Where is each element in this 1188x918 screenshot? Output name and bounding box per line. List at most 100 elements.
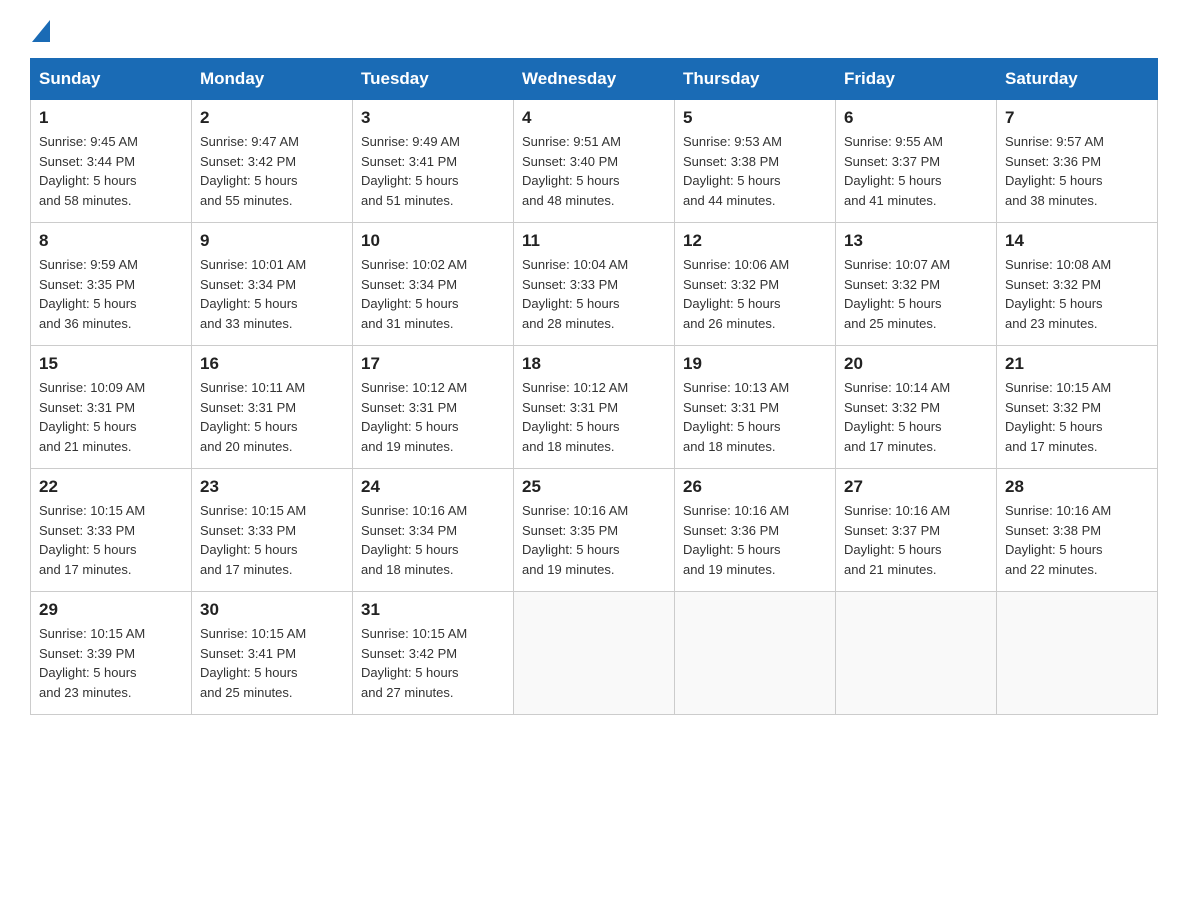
calendar-cell: 23 Sunrise: 10:15 AMSunset: 3:33 PMDaylig… xyxy=(192,469,353,592)
calendar-cell xyxy=(514,592,675,715)
header-row: SundayMondayTuesdayWednesdayThursdayFrid… xyxy=(31,59,1158,100)
day-number: 6 xyxy=(844,108,988,128)
logo xyxy=(30,20,50,42)
week-row-1: 1Sunrise: 9:45 AMSunset: 3:44 PMDaylight… xyxy=(31,100,1158,223)
calendar-cell xyxy=(836,592,997,715)
calendar-cell: 8Sunrise: 9:59 AMSunset: 3:35 PMDaylight… xyxy=(31,223,192,346)
day-number: 19 xyxy=(683,354,827,374)
day-info: Sunrise: 10:04 AMSunset: 3:33 PMDaylight… xyxy=(522,255,666,333)
day-number: 15 xyxy=(39,354,183,374)
day-info: Sunrise: 10:16 AMSunset: 3:38 PMDaylight… xyxy=(1005,501,1149,579)
day-info: Sunrise: 9:59 AMSunset: 3:35 PMDaylight:… xyxy=(39,255,183,333)
day-number: 2 xyxy=(200,108,344,128)
day-info: Sunrise: 9:45 AMSunset: 3:44 PMDaylight:… xyxy=(39,132,183,210)
calendar-cell: 16 Sunrise: 10:11 AMSunset: 3:31 PMDaylig… xyxy=(192,346,353,469)
week-row-3: 15 Sunrise: 10:09 AMSunset: 3:31 PMDaylig… xyxy=(31,346,1158,469)
calendar-cell: 5Sunrise: 9:53 AMSunset: 3:38 PMDaylight… xyxy=(675,100,836,223)
day-info: Sunrise: 9:55 AMSunset: 3:37 PMDaylight:… xyxy=(844,132,988,210)
calendar-cell: 24 Sunrise: 10:16 AMSunset: 3:34 PMDaylig… xyxy=(353,469,514,592)
calendar-cell: 21 Sunrise: 10:15 AMSunset: 3:32 PMDaylig… xyxy=(997,346,1158,469)
calendar-cell: 9Sunrise: 10:01 AMSunset: 3:34 PMDayligh… xyxy=(192,223,353,346)
calendar-cell xyxy=(675,592,836,715)
week-row-2: 8Sunrise: 9:59 AMSunset: 3:35 PMDaylight… xyxy=(31,223,1158,346)
day-number: 30 xyxy=(200,600,344,620)
calendar-cell: 15 Sunrise: 10:09 AMSunset: 3:31 PMDaylig… xyxy=(31,346,192,469)
calendar-cell: 4Sunrise: 9:51 AMSunset: 3:40 PMDaylight… xyxy=(514,100,675,223)
column-header-friday: Friday xyxy=(836,59,997,100)
day-number: 10 xyxy=(361,231,505,251)
day-info: Sunrise: 9:57 AMSunset: 3:36 PMDaylight:… xyxy=(1005,132,1149,210)
calendar-cell: 26Sunrise: 10:16 AMSunset: 3:36 PMDaylig… xyxy=(675,469,836,592)
calendar-cell: 10 Sunrise: 10:02 AMSunset: 3:34 PMDaylig… xyxy=(353,223,514,346)
calendar-cell: 27 Sunrise: 10:16 AMSunset: 3:37 PMDaylig… xyxy=(836,469,997,592)
day-number: 25 xyxy=(522,477,666,497)
logo-triangle-icon xyxy=(32,20,50,42)
day-number: 18 xyxy=(522,354,666,374)
column-header-monday: Monday xyxy=(192,59,353,100)
calendar-cell: 25 Sunrise: 10:16 AMSunset: 3:35 PMDaylig… xyxy=(514,469,675,592)
day-info: Sunrise: 10:12 AMSunset: 3:31 PMDaylight… xyxy=(361,378,505,456)
calendar-cell: 30 Sunrise: 10:15 AMSunset: 3:41 PMDaylig… xyxy=(192,592,353,715)
day-number: 17 xyxy=(361,354,505,374)
day-number: 28 xyxy=(1005,477,1149,497)
day-number: 20 xyxy=(844,354,988,374)
calendar-cell: 1Sunrise: 9:45 AMSunset: 3:44 PMDaylight… xyxy=(31,100,192,223)
day-info: Sunrise: 10:13 AMSunset: 3:31 PMDaylight… xyxy=(683,378,827,456)
calendar-cell: 11Sunrise: 10:04 AMSunset: 3:33 PMDaylig… xyxy=(514,223,675,346)
day-number: 27 xyxy=(844,477,988,497)
calendar-cell: 7 Sunrise: 9:57 AMSunset: 3:36 PMDaylight… xyxy=(997,100,1158,223)
calendar-cell: 19 Sunrise: 10:13 AMSunset: 3:31 PMDaylig… xyxy=(675,346,836,469)
day-number: 22 xyxy=(39,477,183,497)
day-number: 16 xyxy=(200,354,344,374)
column-header-thursday: Thursday xyxy=(675,59,836,100)
day-info: Sunrise: 10:09 AMSunset: 3:31 PMDaylight… xyxy=(39,378,183,456)
day-info: Sunrise: 10:11 AMSunset: 3:31 PMDaylight… xyxy=(200,378,344,456)
day-info: Sunrise: 10:15 AMSunset: 3:32 PMDaylight… xyxy=(1005,378,1149,456)
day-number: 29 xyxy=(39,600,183,620)
day-info: Sunrise: 10:15 AMSunset: 3:41 PMDaylight… xyxy=(200,624,344,702)
day-info: Sunrise: 10:15 AMSunset: 3:42 PMDaylight… xyxy=(361,624,505,702)
day-number: 24 xyxy=(361,477,505,497)
day-info: Sunrise: 10:15 AMSunset: 3:39 PMDaylight… xyxy=(39,624,183,702)
calendar-cell: 13Sunrise: 10:07 AMSunset: 3:32 PMDaylig… xyxy=(836,223,997,346)
day-info: Sunrise: 9:49 AMSunset: 3:41 PMDaylight:… xyxy=(361,132,505,210)
week-row-4: 22 Sunrise: 10:15 AMSunset: 3:33 PMDaylig… xyxy=(31,469,1158,592)
day-info: Sunrise: 10:16 AMSunset: 3:34 PMDaylight… xyxy=(361,501,505,579)
column-header-sunday: Sunday xyxy=(31,59,192,100)
calendar-cell: 31 Sunrise: 10:15 AMSunset: 3:42 PMDaylig… xyxy=(353,592,514,715)
day-number: 23 xyxy=(200,477,344,497)
page-header xyxy=(30,20,1158,42)
day-number: 14 xyxy=(1005,231,1149,251)
calendar-cell: 12Sunrise: 10:06 AMSunset: 3:32 PMDaylig… xyxy=(675,223,836,346)
column-header-wednesday: Wednesday xyxy=(514,59,675,100)
calendar-cell: 2 Sunrise: 9:47 AMSunset: 3:42 PMDaylight… xyxy=(192,100,353,223)
day-info: Sunrise: 9:51 AMSunset: 3:40 PMDaylight:… xyxy=(522,132,666,210)
day-number: 26 xyxy=(683,477,827,497)
calendar-cell: 3 Sunrise: 9:49 AMSunset: 3:41 PMDaylight… xyxy=(353,100,514,223)
day-info: Sunrise: 10:06 AMSunset: 3:32 PMDaylight… xyxy=(683,255,827,333)
day-info: Sunrise: 10:08 AMSunset: 3:32 PMDaylight… xyxy=(1005,255,1149,333)
day-number: 3 xyxy=(361,108,505,128)
day-info: Sunrise: 10:14 AMSunset: 3:32 PMDaylight… xyxy=(844,378,988,456)
day-number: 31 xyxy=(361,600,505,620)
calendar-cell: 14 Sunrise: 10:08 AMSunset: 3:32 PMDaylig… xyxy=(997,223,1158,346)
day-info: Sunrise: 10:16 AMSunset: 3:35 PMDaylight… xyxy=(522,501,666,579)
week-row-5: 29 Sunrise: 10:15 AMSunset: 3:39 PMDaylig… xyxy=(31,592,1158,715)
day-info: Sunrise: 10:02 AMSunset: 3:34 PMDaylight… xyxy=(361,255,505,333)
calendar-cell: 29 Sunrise: 10:15 AMSunset: 3:39 PMDaylig… xyxy=(31,592,192,715)
day-info: Sunrise: 10:15 AMSunset: 3:33 PMDaylight… xyxy=(39,501,183,579)
column-header-tuesday: Tuesday xyxy=(353,59,514,100)
calendar-cell xyxy=(997,592,1158,715)
day-number: 7 xyxy=(1005,108,1149,128)
calendar-cell: 20 Sunrise: 10:14 AMSunset: 3:32 PMDaylig… xyxy=(836,346,997,469)
day-info: Sunrise: 10:12 AMSunset: 3:31 PMDaylight… xyxy=(522,378,666,456)
day-info: Sunrise: 10:15 AMSunset: 3:33 PMDaylight… xyxy=(200,501,344,579)
day-info: Sunrise: 9:47 AMSunset: 3:42 PMDaylight:… xyxy=(200,132,344,210)
calendar-table: SundayMondayTuesdayWednesdayThursdayFrid… xyxy=(30,58,1158,715)
day-info: Sunrise: 10:16 AMSunset: 3:37 PMDaylight… xyxy=(844,501,988,579)
day-number: 5 xyxy=(683,108,827,128)
calendar-cell: 6 Sunrise: 9:55 AMSunset: 3:37 PMDaylight… xyxy=(836,100,997,223)
column-header-saturday: Saturday xyxy=(997,59,1158,100)
calendar-cell: 17 Sunrise: 10:12 AMSunset: 3:31 PMDaylig… xyxy=(353,346,514,469)
day-number: 21 xyxy=(1005,354,1149,374)
